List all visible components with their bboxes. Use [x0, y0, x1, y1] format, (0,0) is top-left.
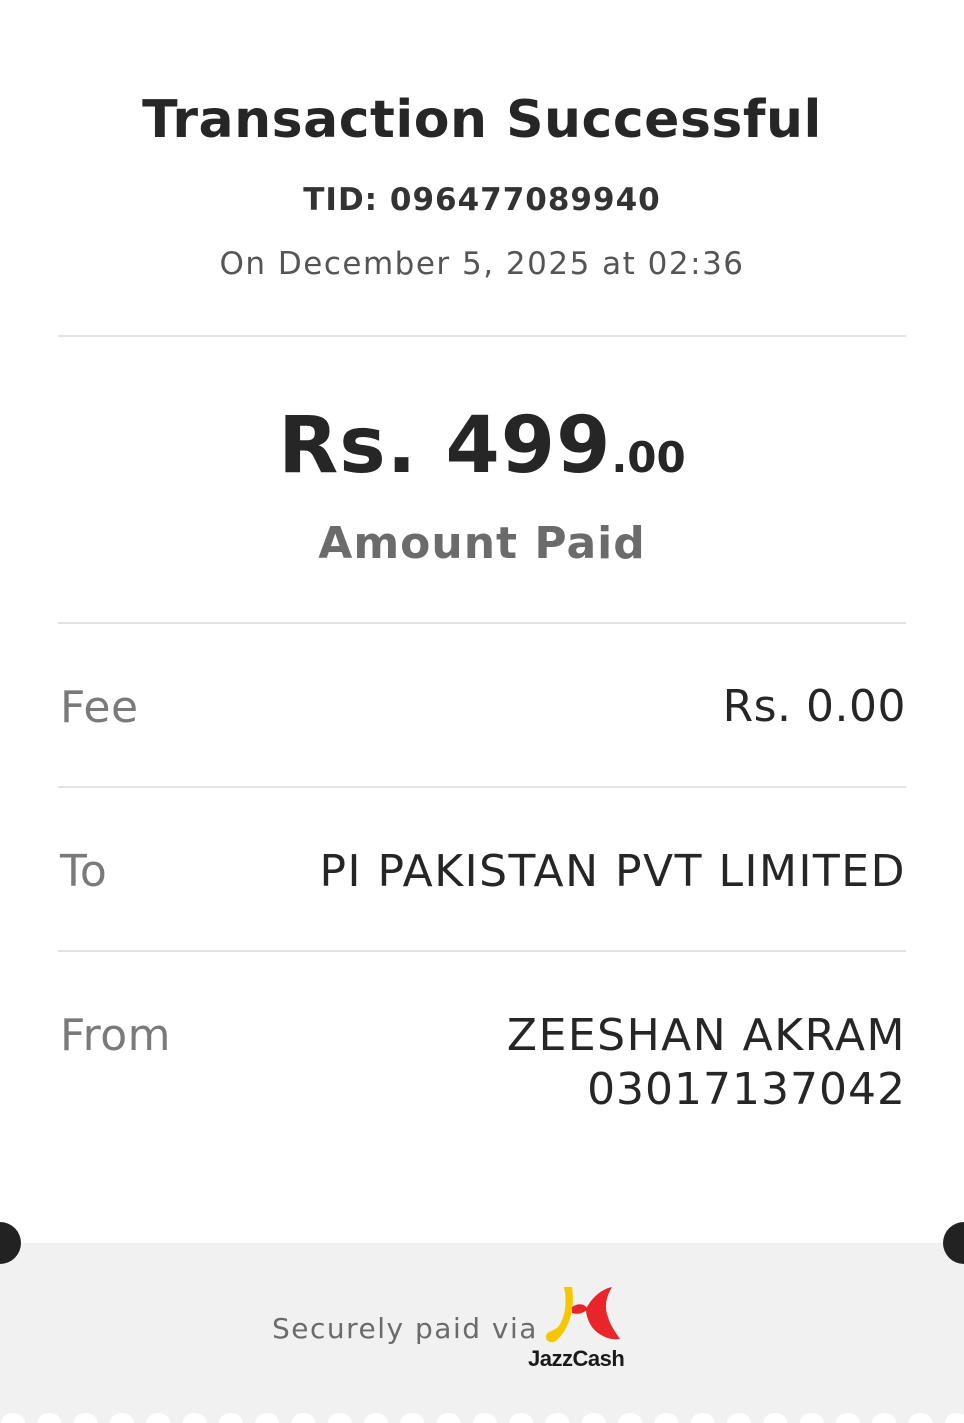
scallop	[944, 1413, 964, 1423]
recipient-name: PI PAKISTAN PVT LIMITED	[319, 846, 906, 897]
scallop	[255, 1413, 280, 1423]
scallop	[727, 1413, 751, 1423]
receipt-card: Transaction Successful TID: 096477089940…	[0, 0, 964, 1243]
securely-paid-text: Securely paid via	[272, 1312, 538, 1345]
scallop	[291, 1413, 316, 1423]
scallop	[400, 1413, 425, 1423]
scallop	[109, 1413, 134, 1423]
jazzcash-brand-text: JazzCash	[528, 1346, 625, 1371]
fee-value: Rs. 0.00	[722, 681, 906, 732]
amount-paid-value: Rs. 499.00	[0, 400, 964, 513]
scallop	[509, 1413, 534, 1423]
scallop	[146, 1413, 171, 1423]
scallop	[872, 1413, 897, 1423]
receipt-footer: Securely paid via JazzCash	[0, 1243, 964, 1423]
scallop	[327, 1413, 352, 1423]
jazzcash-logo-icon	[545, 1287, 620, 1343]
amount-main: Rs. 499	[278, 401, 612, 491]
scallop	[364, 1413, 388, 1423]
scallop	[835, 1413, 860, 1423]
scallop	[218, 1413, 243, 1423]
divider	[58, 622, 906, 624]
to-label: To	[60, 846, 108, 897]
scalloped-edge	[1, 1413, 964, 1423]
transaction-id: TID: 096477089940	[303, 182, 661, 218]
scallop	[37, 1413, 62, 1423]
scallop	[654, 1413, 679, 1423]
transaction-datetime: On December 5, 2025 at 02:36	[219, 246, 745, 282]
scallop	[690, 1413, 715, 1423]
scallop	[182, 1413, 207, 1423]
scallop	[799, 1413, 824, 1423]
scallop	[472, 1413, 497, 1423]
scallop	[545, 1413, 570, 1423]
fee-label: Fee	[60, 682, 139, 733]
sender-name: ZEESHAN AKRAM	[506, 1010, 906, 1061]
scallop	[908, 1413, 933, 1423]
divider	[58, 786, 906, 788]
divider	[58, 335, 906, 337]
scallop	[581, 1413, 606, 1423]
scallop	[436, 1413, 461, 1423]
divider	[58, 950, 906, 952]
scallop	[763, 1413, 788, 1423]
from-label: From	[60, 1010, 172, 1061]
amount-paid-label: Amount Paid	[318, 518, 646, 569]
sender-number: 03017137042	[587, 1064, 906, 1115]
page-title: Transaction Successful	[142, 90, 822, 150]
jazzcash-logo: JazzCash	[528, 1287, 638, 1377]
scallop	[73, 1413, 98, 1423]
scallop	[1, 1413, 25, 1423]
amount-decimals: .00	[611, 433, 686, 482]
scallop	[618, 1413, 643, 1423]
